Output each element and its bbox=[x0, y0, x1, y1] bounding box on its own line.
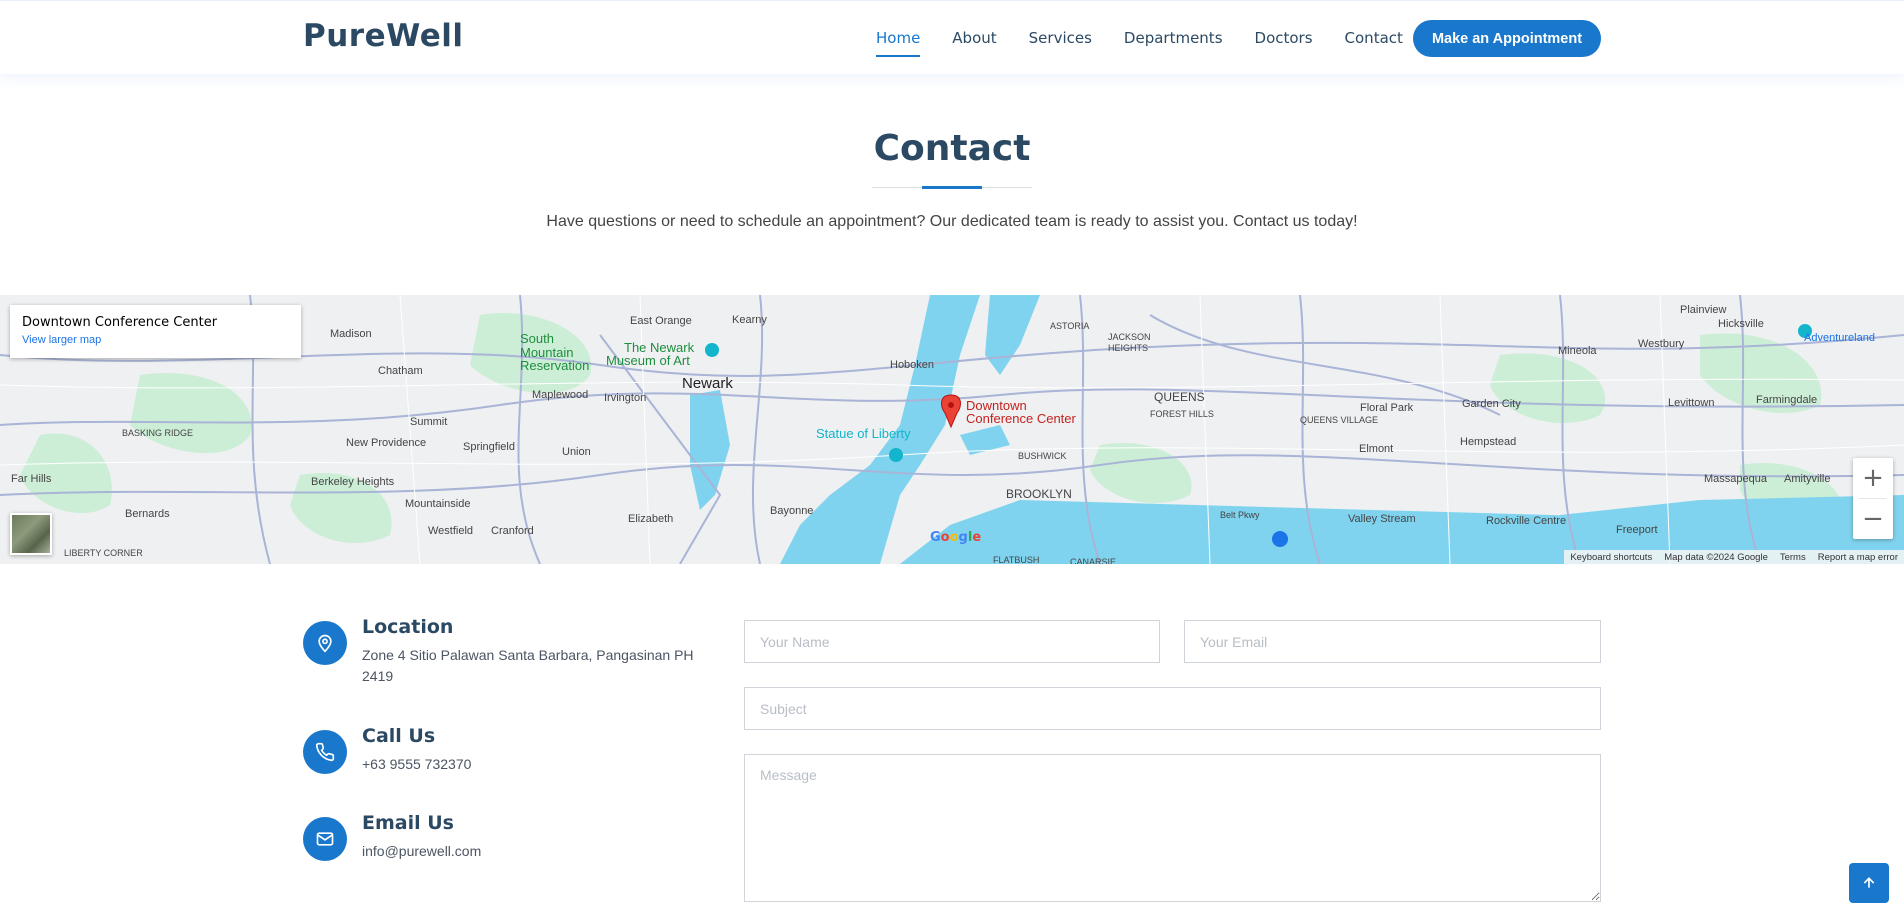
map-place-label: Summit bbox=[410, 416, 448, 428]
map-place-label: Adventureland bbox=[1804, 332, 1875, 344]
map-place-label: FLATBUSH bbox=[993, 555, 1040, 564]
envelope-icon bbox=[303, 817, 347, 861]
map-place-label: Farmingdale bbox=[1756, 394, 1818, 406]
map-place-label: Madison bbox=[330, 328, 372, 340]
location-text: Zone 4 Sitio Palawan Santa Barbara, Pang… bbox=[362, 647, 694, 684]
map-place-label: East Orange bbox=[630, 315, 692, 327]
nav-services[interactable]: Services bbox=[1029, 29, 1092, 47]
keyboard-shortcuts-link[interactable]: Keyboard shortcuts bbox=[1570, 552, 1652, 563]
map-place-label: Bayonne bbox=[770, 505, 814, 517]
map-place-label: Springfield bbox=[463, 441, 515, 453]
map-place-label: Floral Park bbox=[1360, 402, 1414, 414]
map-place-label: BASKING RIDGE bbox=[122, 428, 194, 438]
map-place-label: Belt Pkwy bbox=[1220, 510, 1260, 520]
map-place-label: Irvington bbox=[604, 392, 647, 404]
map-footer: Keyboard shortcuts Map data ©2024 Google… bbox=[1564, 550, 1904, 564]
terms-link[interactable]: Terms bbox=[1780, 552, 1806, 563]
map-zoom-controls: + − bbox=[1853, 458, 1893, 539]
map-place-label: Kearny bbox=[732, 314, 767, 326]
satellite-toggle-button[interactable] bbox=[10, 513, 52, 555]
map-place-label: Museum of Art bbox=[606, 353, 690, 368]
email-field[interactable] bbox=[1184, 620, 1601, 663]
map-place-label: Bernards bbox=[125, 508, 170, 520]
map-place-label: Westbury bbox=[1638, 338, 1685, 350]
map-pin-icon bbox=[303, 621, 347, 665]
title-divider-accent bbox=[922, 186, 982, 189]
site-header: PureWell Home About Services Departments… bbox=[0, 0, 1904, 74]
report-error-link[interactable]: Report a map error bbox=[1818, 552, 1898, 563]
map-place-label: Statue of Liberty bbox=[816, 426, 911, 441]
map-place-label: LIBERTY CORNER bbox=[64, 548, 143, 558]
map-place-label: BUSHWICK bbox=[1018, 451, 1067, 461]
section-subtitle: Have questions or need to schedule an ap… bbox=[546, 213, 1358, 230]
map-place-label: Chatham bbox=[378, 365, 423, 377]
name-field[interactable] bbox=[744, 620, 1160, 663]
nav-departments[interactable]: Departments bbox=[1124, 29, 1223, 47]
map-place-label: Westfield bbox=[428, 525, 474, 537]
phone-icon bbox=[303, 730, 347, 774]
map-place-label: Hempstead bbox=[1460, 436, 1517, 448]
map-place-label: CANARSIE bbox=[1070, 557, 1117, 564]
nav-contact[interactable]: Contact bbox=[1345, 29, 1403, 47]
section-title: Contact bbox=[873, 128, 1031, 169]
map-place-label: BROOKLYN bbox=[1006, 487, 1072, 501]
map-place-label: Far Hills bbox=[11, 473, 52, 485]
map-place-label: ASTORIA bbox=[1050, 321, 1090, 331]
marker-label[interactable]: Downtown Conference Center bbox=[966, 399, 1076, 425]
main-nav: Home About Services Departments Doctors … bbox=[876, 1, 1435, 75]
map-place-label: Amityville bbox=[1784, 473, 1831, 485]
map-place-label: Elizabeth bbox=[628, 513, 674, 525]
map-place-label: Cranford bbox=[491, 525, 534, 537]
map-place-label: Mineola bbox=[1558, 345, 1597, 357]
map-data-text: Map data ©2024 Google bbox=[1664, 551, 1768, 563]
map-place-label: Berkeley Heights bbox=[311, 476, 395, 488]
map-place-label: Maplewood bbox=[532, 389, 589, 401]
zoom-out-button[interactable]: − bbox=[1853, 499, 1893, 539]
map-place-label: Plainview bbox=[1680, 304, 1727, 316]
map-place-label: Hicksville bbox=[1718, 318, 1764, 330]
map-place-label: Garden City bbox=[1462, 398, 1521, 410]
make-appointment-button[interactable]: Make an Appointment bbox=[1413, 20, 1601, 57]
map-place-label: JACKSON bbox=[1108, 332, 1151, 342]
map-place-label: Rockville Centre bbox=[1486, 515, 1567, 527]
subject-field[interactable] bbox=[744, 687, 1601, 730]
site-logo[interactable]: PureWell bbox=[303, 18, 463, 54]
zoom-in-button[interactable]: + bbox=[1853, 458, 1893, 498]
nav-doctors[interactable]: Doctors bbox=[1255, 29, 1313, 47]
marker-label-line2: Conference Center bbox=[966, 411, 1076, 426]
email-title: Email Us bbox=[362, 812, 454, 834]
map-place-label: HEIGHTS bbox=[1108, 343, 1149, 353]
nav-about[interactable]: About bbox=[952, 29, 996, 47]
map-place-label: Levittown bbox=[1668, 397, 1715, 409]
map-place-label: Freeport bbox=[1616, 524, 1658, 536]
nav-home[interactable]: Home bbox=[876, 29, 921, 57]
map-place-label: Mountainside bbox=[405, 498, 471, 510]
map-place-label: Union bbox=[562, 446, 591, 458]
arrow-up-icon bbox=[1863, 877, 1875, 888]
map-place-name: Downtown Conference Center bbox=[22, 315, 218, 330]
location-title: Location bbox=[362, 616, 454, 638]
google-logo: Google bbox=[930, 530, 982, 545]
call-title: Call Us bbox=[362, 725, 436, 747]
map-place-label: Hoboken bbox=[890, 359, 935, 371]
map-place-label: Reservation bbox=[520, 358, 590, 373]
back-to-top-button[interactable] bbox=[1849, 863, 1889, 903]
map-place-label: QUEENS VILLAGE bbox=[1300, 415, 1379, 425]
map-place-label: New Providence bbox=[346, 437, 427, 449]
map-place-label: South bbox=[520, 331, 554, 346]
email-text: info@purewell.com bbox=[362, 843, 482, 859]
map-place-label: Valley Stream bbox=[1348, 513, 1416, 525]
map-place-label: FOREST HILLS bbox=[1150, 409, 1214, 419]
map-place-card: Downtown Conference Center View larger m… bbox=[10, 305, 301, 358]
map-place-label: QUEENS bbox=[1154, 390, 1205, 404]
map-place-label: Elmont bbox=[1359, 443, 1394, 455]
view-larger-map-link[interactable]: View larger map bbox=[22, 334, 289, 346]
google-map[interactable]: Madison South Mountain Reservation East Oran… bbox=[0, 295, 1904, 564]
call-text: +63 9555 732370 bbox=[362, 756, 472, 772]
map-place-label: Newark bbox=[682, 375, 733, 392]
message-field[interactable] bbox=[744, 754, 1601, 902]
map-place-label: Massapequa bbox=[1704, 473, 1767, 485]
